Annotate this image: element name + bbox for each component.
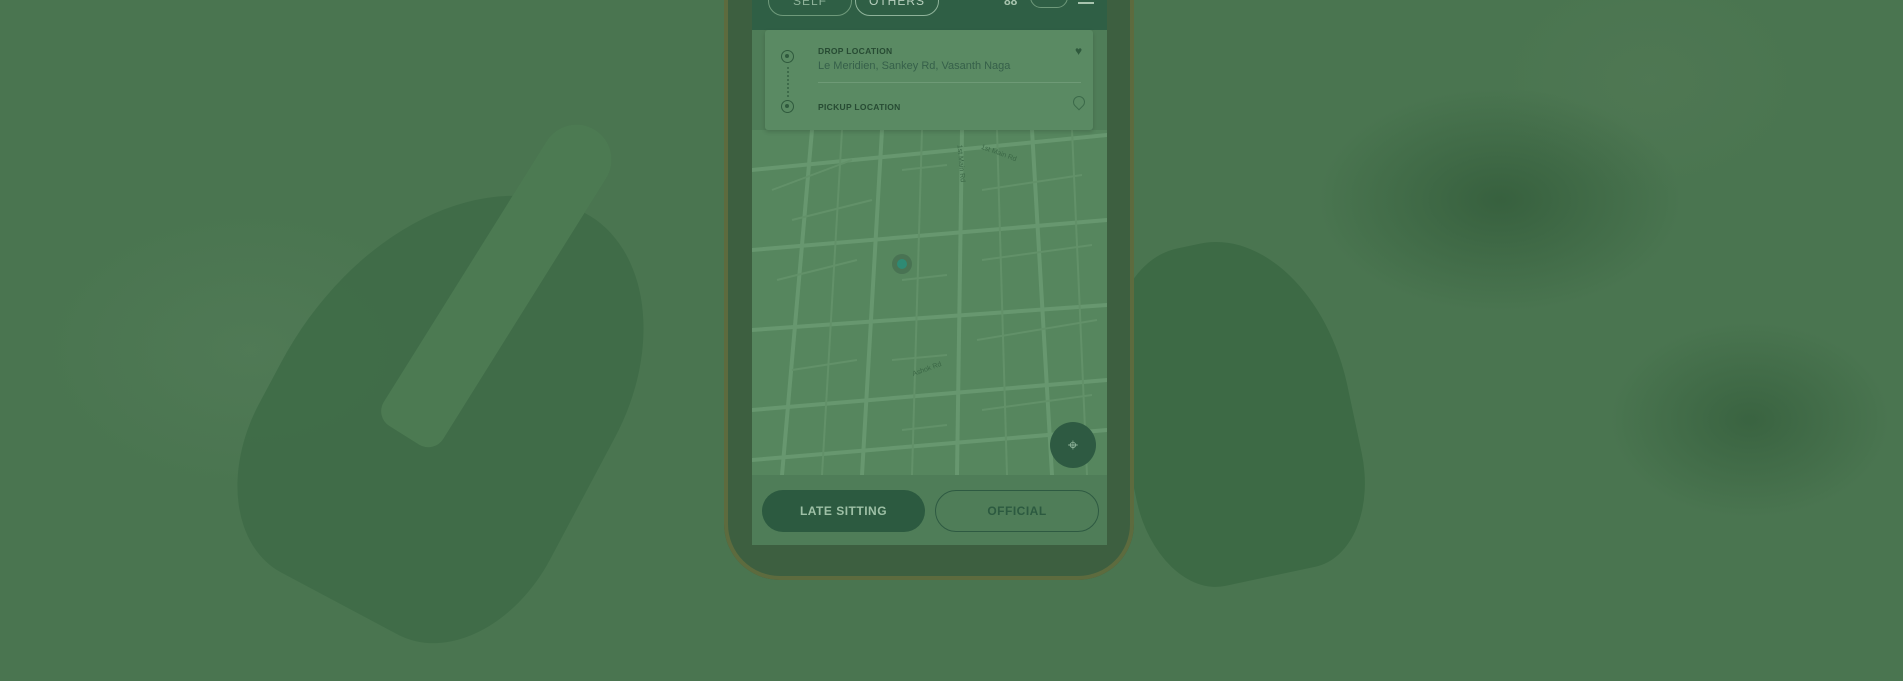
drop-location-label: DROP LOCATION xyxy=(818,46,893,56)
divider xyxy=(818,82,1081,83)
map-view[interactable]: 1st Main Rd 1st Main Rd Ashok Rd ⌖ xyxy=(752,130,1107,475)
route-connector xyxy=(787,67,790,97)
drop-location-field[interactable]: Le Meridien, Sankey Rd, Vasanth Naga xyxy=(818,60,1010,72)
location-pin-icon[interactable] xyxy=(1070,93,1088,111)
current-location-marker xyxy=(892,254,912,274)
heart-icon[interactable]: ♥ xyxy=(1075,44,1082,58)
pickup-location-field[interactable]: PICKUP LOCATION xyxy=(818,102,901,112)
crosshair-icon: ⌖ xyxy=(1067,434,1079,455)
menu-icon[interactable] xyxy=(1078,2,1094,4)
phone-screen: SELF OTHERS 88 1st Main Rd 1st Main Rd A… xyxy=(752,0,1107,545)
tab-others[interactable]: OTHERS xyxy=(855,0,939,16)
pickup-location-icon xyxy=(781,100,794,113)
official-button[interactable]: OFFICIAL xyxy=(935,490,1099,532)
locate-button[interactable]: ⌖ xyxy=(1050,422,1096,468)
header-glyph: 88 xyxy=(1004,0,1018,8)
header-pill-button[interactable] xyxy=(1030,0,1068,8)
top-bar: SELF OTHERS 88 xyxy=(752,0,1107,30)
tab-self[interactable]: SELF xyxy=(768,0,852,16)
drop-location-icon xyxy=(781,50,794,63)
location-card: DROP LOCATION Le Meridien, Sankey Rd, Va… xyxy=(765,30,1093,130)
late-sitting-button[interactable]: LATE SITTING xyxy=(762,490,925,532)
map-streets xyxy=(752,130,1107,475)
